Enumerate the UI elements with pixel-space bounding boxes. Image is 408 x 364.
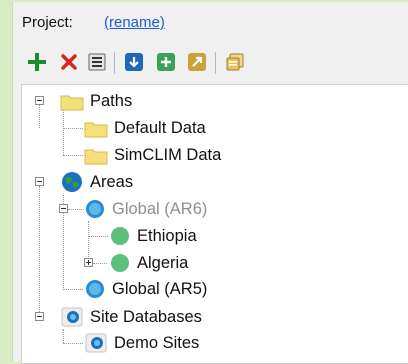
tree-line <box>63 329 64 343</box>
tree-node-areas[interactable]: Areas <box>60 169 133 195</box>
project-label: Project: <box>22 14 73 31</box>
toolbar-separator <box>215 52 216 74</box>
node-label: Demo Sites <box>114 333 200 352</box>
tree-line <box>93 263 107 264</box>
expand-toggle[interactable] <box>84 258 93 267</box>
globe-icon <box>62 172 82 192</box>
collapse-toggle[interactable] <box>35 312 44 321</box>
tree-line <box>88 221 89 263</box>
tree-line <box>88 236 108 237</box>
delete-button[interactable] <box>57 50 81 74</box>
tree-line <box>63 155 83 156</box>
tree-line <box>63 128 83 129</box>
folder-icon <box>60 95 84 111</box>
export-button[interactable] <box>185 50 209 74</box>
tree-line <box>63 343 83 344</box>
download-icon <box>125 53 143 71</box>
list-button[interactable] <box>85 50 109 74</box>
node-label: Default Data <box>114 118 206 137</box>
tree-line <box>63 110 64 155</box>
list-icon <box>88 53 106 71</box>
collapse-toggle[interactable] <box>35 96 44 105</box>
folder-icon <box>84 149 108 165</box>
toolbar <box>23 50 403 76</box>
project-tree[interactable]: Paths Default Data SimCLIM Data Areas Gl… <box>21 84 408 364</box>
tree-line <box>39 101 40 128</box>
node-label: Paths <box>90 91 133 110</box>
new-item-icon <box>157 53 175 71</box>
collapse-toggle[interactable] <box>59 204 68 213</box>
tree-node-default-data[interactable]: Default Data <box>84 115 206 141</box>
tree-node-global-ar5[interactable]: Global (AR5) <box>84 276 207 302</box>
node-label: Site Databases <box>90 307 202 326</box>
new-item-button[interactable] <box>154 50 178 74</box>
download-button[interactable] <box>122 50 146 74</box>
delete-icon <box>61 54 77 70</box>
tree-node-site-databases[interactable]: Site Databases <box>60 304 202 330</box>
region-icon <box>111 254 129 272</box>
add-button[interactable] <box>25 50 49 74</box>
tree-line <box>63 289 83 290</box>
node-label: Ethiopia <box>137 226 197 245</box>
node-label: Global (AR6) <box>112 199 208 218</box>
globe-icon <box>86 280 104 298</box>
region-icon <box>111 227 129 245</box>
database-icon <box>85 333 107 353</box>
tree-line <box>39 186 40 320</box>
tree-node-algeria[interactable]: Algeria <box>109 250 188 276</box>
tree-line <box>68 209 84 210</box>
copy-button[interactable] <box>223 50 247 74</box>
project-panel: Project: (rename) Paths Default Data Sim… <box>12 2 408 364</box>
tree-node-paths[interactable]: Paths <box>60 88 132 114</box>
tree-node-ethiopia[interactable]: Ethiopia <box>109 223 197 249</box>
rename-link[interactable]: (rename) <box>104 14 165 31</box>
project-row: Project: (rename) <box>22 14 165 31</box>
add-icon <box>28 53 46 71</box>
folder-icon <box>84 122 108 138</box>
copy-icon <box>226 53 244 71</box>
tree-node-simclim-data[interactable]: SimCLIM Data <box>84 142 221 168</box>
toolbar-separator <box>114 52 115 74</box>
tree-node-demo-sites[interactable]: Demo Sites <box>84 330 199 356</box>
globe-icon <box>86 200 104 218</box>
collapse-toggle[interactable] <box>35 177 44 186</box>
export-icon <box>188 53 206 71</box>
node-label: SimCLIM Data <box>114 145 222 164</box>
node-label: Global (AR5) <box>112 279 208 298</box>
node-label: Algeria <box>137 253 189 272</box>
node-label: Areas <box>90 172 134 191</box>
database-icon <box>61 307 83 327</box>
tree-node-global-ar6[interactable]: Global (AR6) <box>84 196 207 222</box>
